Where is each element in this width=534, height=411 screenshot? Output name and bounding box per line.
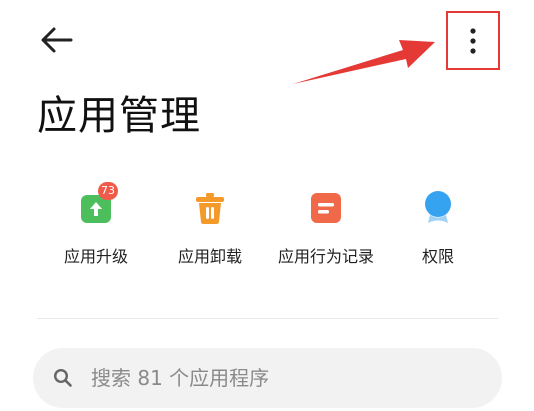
search-input[interactable] <box>89 357 493 399</box>
back-button[interactable] <box>38 24 74 56</box>
permission-button[interactable]: 权限 <box>402 188 474 267</box>
behavior-record-icon <box>311 193 341 223</box>
more-vertical-icon <box>470 27 476 54</box>
update-count-badge: 73 <box>98 182 118 200</box>
app-upgrade-label: 应用升级 <box>63 247 128 266</box>
quick-actions: 73 应用升级 应用卸载 应用行为记录 权限 <box>0 182 534 278</box>
app-uninstall-label: 应用卸载 <box>177 247 242 266</box>
page-title: 应用管理 <box>37 93 201 139</box>
more-options-button[interactable] <box>446 11 500 70</box>
arrow-left-icon <box>41 27 73 53</box>
app-upgrade-button[interactable]: 73 应用升级 <box>56 182 136 267</box>
app-behavior-record-label: 应用行为记录 <box>277 247 374 266</box>
app-behavior-record-button[interactable]: 应用行为记录 <box>269 188 383 267</box>
search-box[interactable] <box>33 348 502 408</box>
search-icon <box>53 368 73 388</box>
permission-label: 权限 <box>421 247 454 266</box>
divider <box>37 318 498 319</box>
permission-icon <box>425 191 451 223</box>
app-uninstall-button[interactable]: 应用卸载 <box>170 188 250 267</box>
trash-icon <box>196 193 224 224</box>
